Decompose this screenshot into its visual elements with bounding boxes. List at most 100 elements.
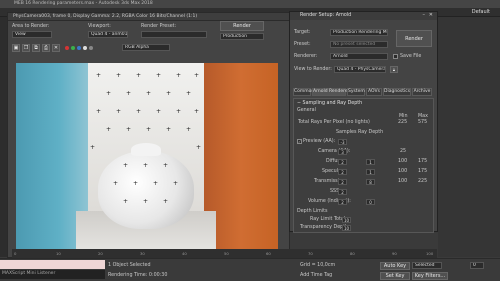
minimize-icon[interactable]: – (423, 12, 426, 18)
viewport-label: Viewport: (88, 24, 111, 29)
rendered-frame-window: PhysCamera003, frame 0, Display Gamma: 2… (7, 12, 290, 258)
green-channel-icon[interactable] (71, 46, 75, 50)
save-image-icon[interactable]: ▣ (12, 44, 20, 52)
samples-header: Samples (336, 130, 357, 135)
clone-window-icon[interactable]: ⧉ (32, 44, 40, 52)
specular-depth-spinner[interactable]: 1 (366, 169, 375, 175)
specular-samples-spinner[interactable]: 2 (338, 169, 347, 175)
lock-view-icon[interactable]: 🔒︎ (390, 66, 398, 73)
preview-samples-spinner[interactable]: -3 (338, 139, 347, 145)
command-panel (438, 17, 500, 257)
tab-archive[interactable]: Archive (412, 88, 432, 96)
alpha-channel-icon[interactable] (83, 46, 87, 50)
ray-depth-header: Ray Depth (358, 130, 384, 135)
tab-common[interactable]: Common (293, 88, 314, 96)
copy-image-icon[interactable]: ❐ (22, 44, 30, 52)
camera-min: 25 (400, 149, 407, 154)
channel-display-dropdown[interactable]: RGB Alpha (122, 44, 170, 51)
tab-aovs[interactable]: AOVs (366, 88, 382, 96)
timeline-tick: 20 (98, 251, 103, 256)
timeline-tick: 90 (392, 251, 397, 256)
maxscript-output[interactable]: MAXScript Mini Listener (0, 270, 105, 279)
timeline-tick: 60 (266, 251, 271, 256)
render-button[interactable]: Render (396, 30, 432, 47)
frame-toolbar: ▣ ❐ ⧉ ⎙ ✕ RGB Alpha (12, 44, 282, 53)
maxscript-listener[interactable] (0, 260, 105, 269)
blue-channel-icon[interactable] (77, 46, 81, 50)
camera-samples-spinner[interactable]: 3 (338, 149, 347, 155)
volume-samples-spinner[interactable]: 2 (338, 199, 347, 205)
frame-window-titlebar: PhysCamera003, frame 0, Display Gamma: 2… (8, 13, 289, 21)
workspace-label[interactable]: Default (472, 9, 490, 15)
renderer-dropdown[interactable]: Arnold (330, 53, 388, 60)
tab-diagnostics[interactable]: Diagnostics (383, 88, 411, 96)
timeline-tick: 70 (308, 251, 313, 256)
auto-key-button[interactable]: Auto Key (380, 262, 410, 270)
render-preset-dropdown[interactable] (141, 31, 207, 38)
frame-field[interactable]: 0 (470, 262, 484, 269)
target-dropdown[interactable]: Production Rendering Mode (330, 29, 388, 36)
frame-window-title: PhysCamera003, frame 0, Display Gamma: 2… (13, 14, 198, 19)
transmission-samples-spinner[interactable]: 2 (338, 179, 347, 185)
view-to-render-dropdown[interactable]: Quad 4 - PhysCamera001 (334, 66, 386, 73)
maxscript-label: MAXScript Mini Listener (2, 271, 56, 276)
preset-label: Preset: (294, 42, 311, 47)
render-setup-dialog: Render Setup: Arnold – ✕ Target: Product… (289, 11, 438, 233)
area-to-render-dropdown[interactable]: View (12, 31, 52, 38)
key-filters-button[interactable]: Key Filters... (412, 272, 448, 280)
total-rays-min: 225 (398, 120, 408, 125)
tab-system[interactable]: System (347, 88, 365, 96)
grid-status: Grid = 10,0cm (300, 263, 336, 268)
timeline-tick: 0 (14, 251, 17, 256)
app-titlebar: MEB 16 Rendering parameters.max - Autode… (0, 0, 500, 8)
add-time-tag[interactable]: Add Time Tag (300, 273, 332, 278)
transmission-max: 225 (418, 179, 428, 184)
frame-render-button[interactable]: Render (220, 21, 264, 31)
close-icon[interactable]: ✕ (429, 12, 433, 18)
transmission-depth-spinner[interactable]: 8 (366, 179, 375, 185)
preset-dropdown[interactable]: No preset selected (330, 41, 388, 48)
timeline-tick: 40 (182, 251, 187, 256)
app-title: MEB 16 Rendering parameters.max - Autode… (14, 1, 153, 6)
min-label: Min (399, 114, 408, 119)
sss-samples-spinner[interactable]: 2 (338, 189, 347, 195)
timeline-tick: 30 (140, 251, 145, 256)
volume-depth-spinner[interactable]: 0 (366, 199, 375, 205)
ray-limit-spinner[interactable]: 10 (342, 217, 351, 223)
selection-status: 1 Object Selected (108, 263, 151, 268)
save-file-checkbox[interactable] (393, 54, 398, 59)
sampling-panel: − Sampling and Ray Depth General Min Max… (293, 98, 434, 233)
render-mode-dropdown[interactable]: Production (220, 33, 264, 40)
selected-dropdown[interactable]: Selected (412, 262, 442, 269)
timeline-tick: 10 (56, 251, 61, 256)
diffuse-max: 175 (418, 159, 428, 164)
preview-aa-checkbox[interactable]: ✓ (297, 139, 302, 144)
row-preview-label: Preview (AA): (303, 139, 336, 144)
rendering-time-status: Rendering Time: 0:00:30 (108, 273, 168, 278)
viewport-dropdown[interactable]: Quad 4 - anm01 (88, 31, 128, 38)
timeline[interactable]: 0 10 20 30 40 50 60 70 80 90 100 (12, 249, 437, 258)
depth-limits-label: Depth Limits (297, 209, 328, 214)
render-setup-titlebar: Render Setup: Arnold – ✕ (290, 12, 437, 20)
timeline-tick: 50 (224, 251, 229, 256)
diffuse-depth-spinner[interactable]: 1 (366, 159, 375, 165)
clear-icon[interactable]: ✕ (52, 44, 60, 52)
max-label: Max (418, 114, 428, 119)
timeline-tick: 100 (426, 251, 434, 256)
render-setup-title: Render Setup: Arnold (300, 13, 352, 18)
total-rays-max: 575 (418, 120, 428, 125)
diffuse-samples-spinner[interactable]: 2 (338, 159, 347, 165)
print-icon[interactable]: ⎙ (42, 44, 50, 52)
red-channel-icon[interactable] (65, 46, 69, 50)
view-to-render-label: View to Render: (294, 67, 332, 72)
area-to-render-label: Area to Render: (12, 24, 50, 29)
render-preset-label: Render Preset: (141, 24, 177, 29)
general-label: General (297, 108, 316, 113)
specular-max: 175 (418, 169, 428, 174)
set-key-button[interactable]: Set Key (380, 272, 410, 280)
transparency-depth-spinner[interactable]: 10 (342, 225, 351, 231)
sampling-section-title[interactable]: − Sampling and Ray Depth (297, 101, 362, 106)
tab-arnold-renderer[interactable]: Arnold Renderer (312, 88, 350, 96)
mono-channel-icon[interactable] (89, 46, 93, 50)
crosshair-pattern: + + + + + + + + + + + + + + + + + + + + + + + + + + + + + + + + +… (90, 72, 202, 205)
